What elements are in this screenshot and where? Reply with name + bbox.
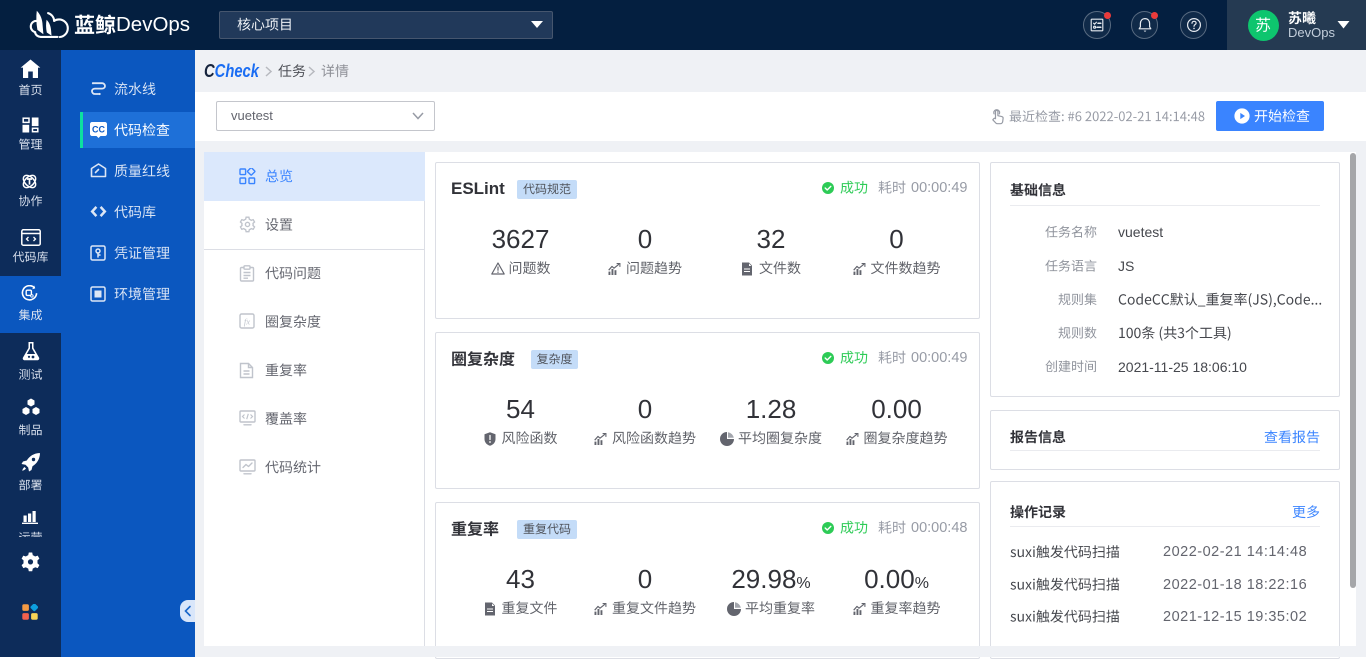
svg-text:CC: CC — [92, 125, 105, 135]
svg-text:fx: fx — [244, 316, 250, 326]
